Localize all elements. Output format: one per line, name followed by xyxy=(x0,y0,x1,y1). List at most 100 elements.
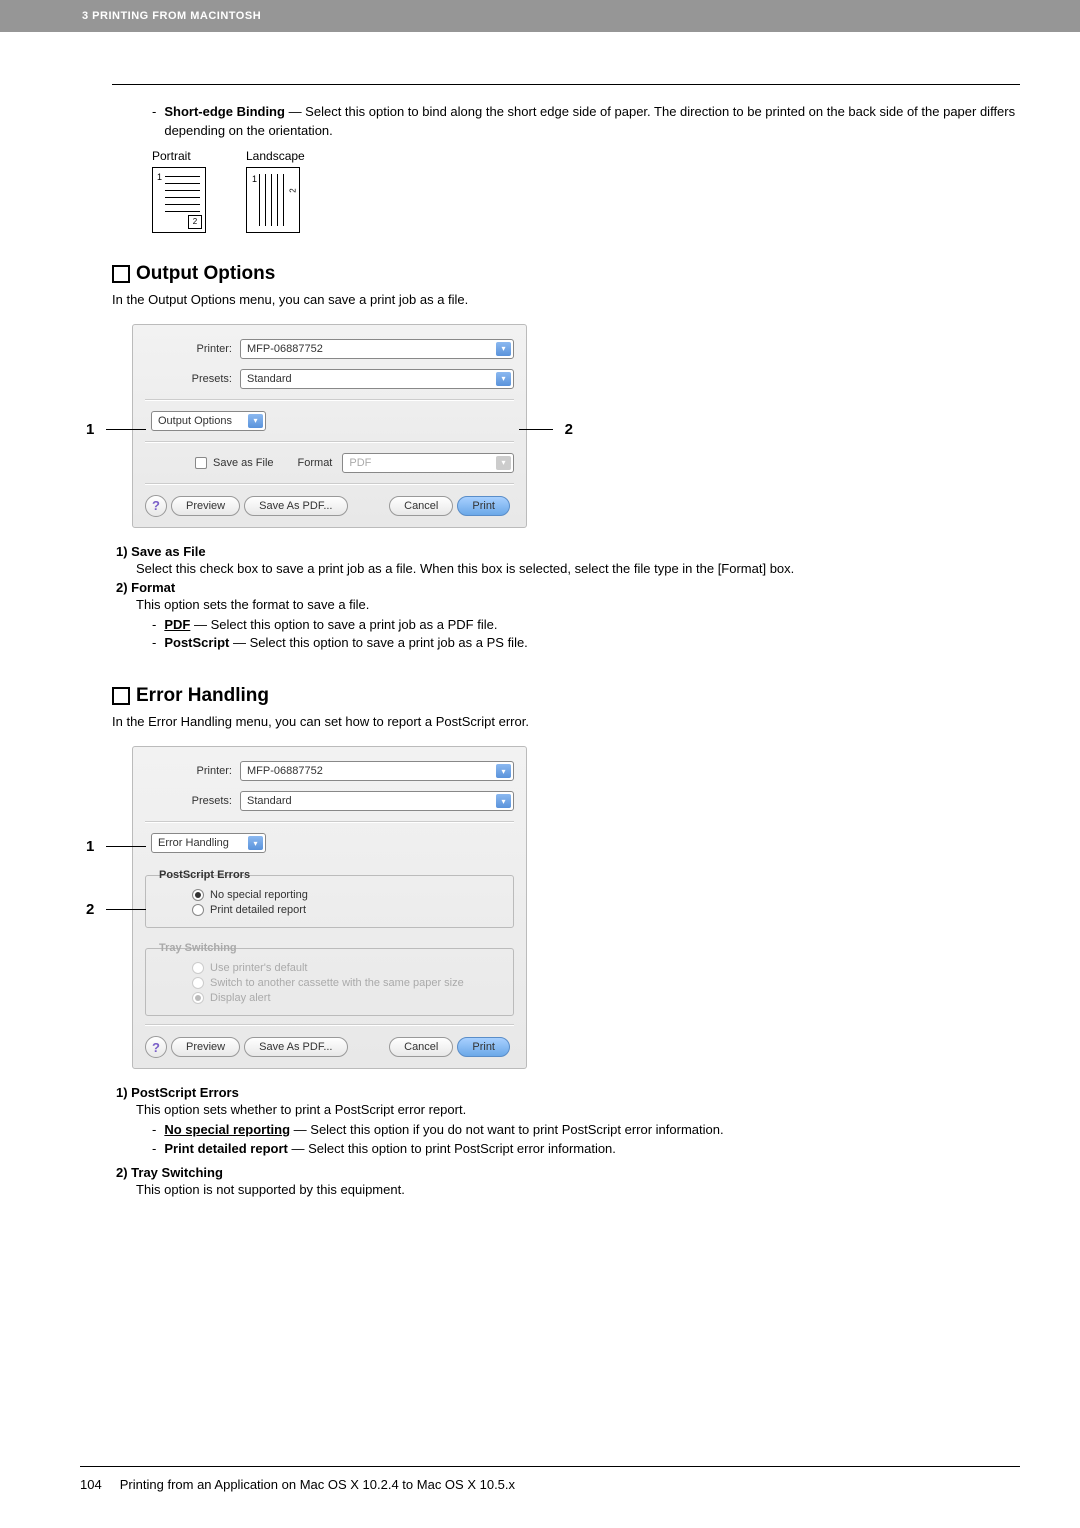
portrait-label: Portrait xyxy=(152,149,206,163)
print-button[interactable]: Print xyxy=(457,496,510,516)
print-detailed-label: Print detailed report xyxy=(210,904,306,916)
display-alert-label: Display alert xyxy=(210,992,271,1004)
short-edge-binding-text: Short-edge Binding — Select this option … xyxy=(112,103,1020,141)
printer-select[interactable]: MFP-06887752 ▾ xyxy=(240,339,514,359)
page-footer: 104 Printing from an Application on Mac … xyxy=(80,1466,1020,1492)
callout-1: 1 xyxy=(86,421,106,438)
output-options-dialog: Printer: MFP-06887752▾ Presets: Standard… xyxy=(132,324,527,528)
tray-switching-fieldset: Use printer's default Switch to another … xyxy=(145,948,514,1016)
pdf-label: PDF xyxy=(164,617,190,632)
pd-label: Print detailed report xyxy=(164,1141,288,1156)
output-intro: In the Output Options menu, you can save… xyxy=(112,291,1020,310)
tray-switching-group: Tray Switching xyxy=(155,942,514,954)
pd-desc: — Select this option to print PostScript… xyxy=(288,1141,616,1156)
cancel-button[interactable]: Cancel xyxy=(389,496,453,516)
callout-eh-2: 2 xyxy=(86,901,106,918)
chevron-down-icon: ▾ xyxy=(248,414,263,428)
ns-label: No special reporting xyxy=(164,1122,290,1137)
save-as-pdf-button[interactable]: Save As PDF... xyxy=(244,496,347,516)
short-edge-title: Short-edge Binding xyxy=(164,104,285,119)
page-number: 104 xyxy=(80,1477,102,1492)
tray-switching-head: 2) Tray Switching xyxy=(112,1165,1020,1180)
print-detailed-option: Print detailed report — Select this opti… xyxy=(112,1140,1020,1159)
switch-cassette-label: Switch to another cassette with the same… xyxy=(210,977,464,989)
print-detailed-row[interactable]: Print detailed report xyxy=(192,904,503,916)
eh-panel-select[interactable]: Error Handling ▾ xyxy=(151,833,266,853)
footer-title: Printing from an Application on Mac OS X… xyxy=(120,1477,515,1492)
printer-value: MFP-06887752 xyxy=(247,343,323,355)
postscript-errors-fieldset: No special reporting Print detailed repo… xyxy=(145,875,514,928)
save-as-file-body: Select this check box to save a print jo… xyxy=(112,561,1020,576)
ps-errors-body: This option sets whether to print a Post… xyxy=(112,1102,1020,1117)
pdf-option: PDF — Select this option to save a print… xyxy=(112,616,1020,635)
presets-value: Standard xyxy=(247,373,292,385)
format-select[interactable]: PDF ▾ xyxy=(342,453,514,473)
chevron-down-icon: ▾ xyxy=(496,372,511,386)
presets-label: Presets: xyxy=(145,373,240,385)
eh-preview-button[interactable]: Preview xyxy=(171,1037,240,1057)
error-dialog-wrap: 1 2 Printer: MFP-06887752▾ Presets: Stan… xyxy=(112,746,1020,1069)
postscript-errors-group: PostScript Errors xyxy=(155,869,514,881)
radio-icon xyxy=(192,992,204,1004)
save-as-file-checkbox[interactable] xyxy=(195,457,207,469)
panel-select[interactable]: Output Options ▾ xyxy=(151,411,266,431)
eh-panel-value: Error Handling xyxy=(158,837,229,849)
output-dialog-wrap: 1 2 Printer: MFP-06887752▾ Presets: Stan… xyxy=(112,324,1020,528)
eh-save-pdf-button[interactable]: Save As PDF... xyxy=(244,1037,347,1057)
eh-presets-label: Presets: xyxy=(145,795,240,807)
chevron-down-icon: ▾ xyxy=(496,764,511,778)
output-options-heading: Output Options xyxy=(112,263,1020,285)
radio-icon xyxy=(192,904,204,916)
error-intro: In the Error Handling menu, you can set … xyxy=(112,713,1020,732)
pdf-desc: — Select this option to save a print job… xyxy=(190,617,497,632)
save-as-file-head: 1) Save as File xyxy=(112,544,1020,559)
use-default-row: Use printer's default xyxy=(192,962,503,974)
error-heading-text: Error Handling xyxy=(136,685,269,707)
format-body: This option sets the format to save a fi… xyxy=(112,597,1020,612)
no-special-option: No special reporting — Select this optio… xyxy=(112,1121,1020,1140)
chevron-down-icon: ▾ xyxy=(496,794,511,808)
landscape-block: Landscape 2 xyxy=(246,149,305,233)
eh-help-button[interactable]: ? xyxy=(145,1036,167,1058)
chevron-down-icon: ▾ xyxy=(496,456,511,470)
radio-icon xyxy=(192,977,204,989)
switch-cassette-row: Switch to another cassette with the same… xyxy=(192,977,503,989)
format-label: Format xyxy=(298,457,333,469)
ns-desc: — Select this option if you do not want … xyxy=(290,1122,724,1137)
error-handling-heading: Error Handling xyxy=(112,685,1020,707)
short-edge-desc: — Select this option to bind along the s… xyxy=(164,104,1015,138)
ps-errors-head: 1) PostScript Errors xyxy=(112,1085,1020,1100)
chevron-down-icon: ▾ xyxy=(496,342,511,356)
eh-cancel-button[interactable]: Cancel xyxy=(389,1037,453,1057)
eh-presets-select[interactable]: Standard ▾ xyxy=(240,791,514,811)
save-as-file-label: Save as File xyxy=(213,457,274,469)
presets-select[interactable]: Standard ▾ xyxy=(240,369,514,389)
format-value: PDF xyxy=(349,457,371,469)
rule xyxy=(112,84,1020,85)
eh-printer-select[interactable]: MFP-06887752▾ xyxy=(240,761,514,781)
error-handling-dialog: Printer: MFP-06887752▾ Presets: Standard… xyxy=(132,746,527,1069)
eh-print-button[interactable]: Print xyxy=(457,1037,510,1057)
use-default-label: Use printer's default xyxy=(210,962,307,974)
ps-desc: — Select this option to save a print job… xyxy=(229,635,527,650)
portrait-icon: 2 xyxy=(152,167,206,233)
landscape-icon: 2 xyxy=(246,167,300,233)
callout-2: 2 xyxy=(553,421,573,438)
panel-value: Output Options xyxy=(158,415,232,427)
chapter-header: 3 PRINTING FROM MACINTOSH xyxy=(0,0,1080,32)
eh-presets-value: Standard xyxy=(247,795,292,807)
display-alert-row: Display alert xyxy=(192,992,503,1004)
ps-label: PostScript xyxy=(164,635,229,650)
format-head: 2) Format xyxy=(112,580,1020,595)
postscript-option: PostScript — Select this option to save … xyxy=(112,634,1020,653)
radio-icon xyxy=(192,962,204,974)
eh-printer-label: Printer: xyxy=(145,765,240,777)
radio-icon xyxy=(192,889,204,901)
preview-button[interactable]: Preview xyxy=(171,496,240,516)
portrait-block: Portrait 2 xyxy=(152,149,206,233)
chevron-down-icon: ▾ xyxy=(248,836,263,850)
no-special-reporting-label: No special reporting xyxy=(210,889,308,901)
help-button[interactable]: ? xyxy=(145,495,167,517)
landscape-label: Landscape xyxy=(246,149,305,163)
no-special-reporting-row[interactable]: No special reporting xyxy=(192,889,503,901)
